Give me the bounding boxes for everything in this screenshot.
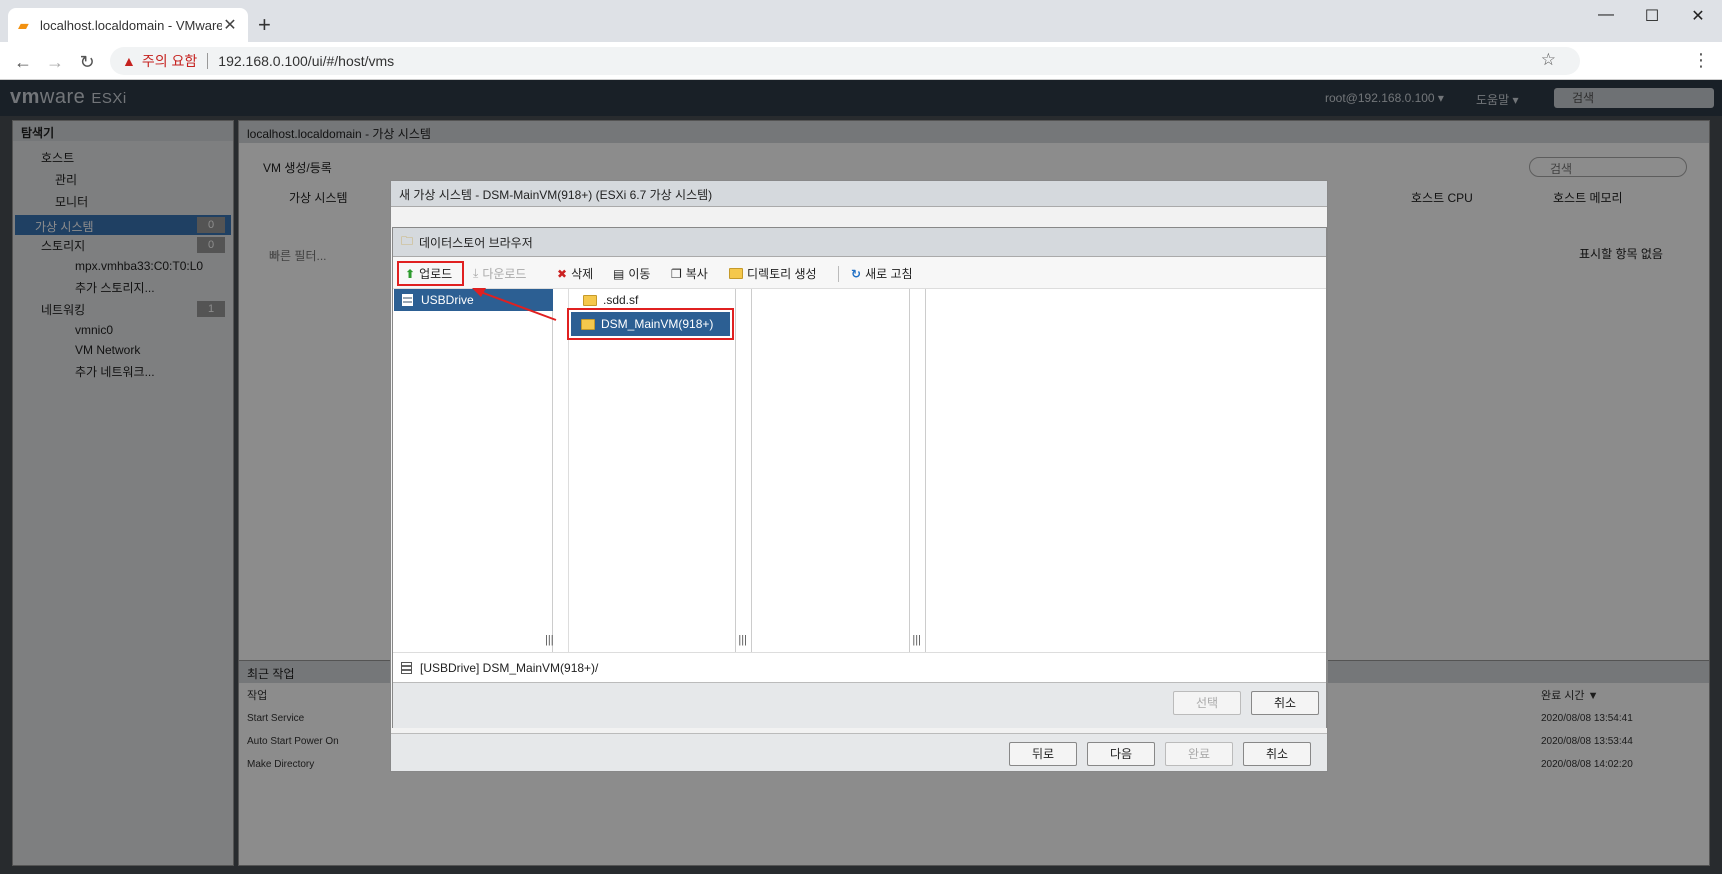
vmware-favicon-icon: ▰ — [18, 17, 29, 33]
datastore-column: USBDrive — [393, 289, 553, 652]
browser-menu-icon[interactable]: ⋮ — [1692, 50, 1710, 71]
folder-icon — [729, 268, 743, 279]
bookmark-star-icon[interactable]: ☆ — [1541, 50, 1556, 70]
datastore-browser-title: 데이터스토어 브라우저 — [419, 235, 533, 250]
datastore-browser-footer: 선택 취소 — [393, 682, 1326, 728]
reload-icon[interactable]: ↻ — [76, 51, 98, 73]
close-tab-icon[interactable]: ✕ — [222, 15, 238, 35]
close-window-icon[interactable]: ✕ — [1678, 6, 1718, 30]
omnibox-separator — [207, 53, 209, 69]
create-directory-button[interactable]: 디렉토리 생성 — [729, 265, 817, 282]
folder-item[interactable]: .sdd.sf — [583, 293, 638, 307]
wizard-back-button[interactable]: 뒤로 — [1009, 742, 1077, 766]
datastore-toolbar: ⬆ 업로드 ⤓ 다운로드 ✖ 삭제 ▤ 이동 ❐ 복사 디렉토리 생성 ↻ 새로 고침 — [393, 257, 1326, 289]
path-bar: [USBDrive] DSM_MainVM(918+)/ — [393, 652, 1326, 682]
datastore-icon — [402, 294, 413, 306]
refresh-icon: ↻ — [851, 266, 862, 281]
select-button[interactable]: 선택 — [1173, 691, 1241, 715]
wizard-next-button[interactable]: 다음 — [1087, 742, 1155, 766]
datastore-browser-icon: 🗀 — [401, 233, 414, 248]
folder-icon — [583, 294, 597, 306]
column-spacer: ||| — [545, 289, 569, 652]
move-icon: ▤ — [613, 266, 625, 281]
back-arrow-icon[interactable]: ← — [12, 51, 34, 73]
browser-columns: USBDrive ||| .sdd.sf ||| ||| DSM_MainVM(… — [393, 289, 1326, 652]
forward-arrow-icon[interactable]: → — [44, 51, 66, 73]
datastore-cancel-button[interactable]: 취소 — [1251, 691, 1319, 715]
warning-icon: ▲ — [122, 53, 136, 69]
current-path: [USBDrive] DSM_MainVM(918+)/ — [420, 660, 599, 675]
delete-button[interactable]: ✖ 삭제 — [557, 265, 593, 282]
column-spacer — [736, 289, 752, 652]
empty-column: ||| — [752, 289, 921, 652]
wizard-footer: 뒤로 다음 완료 취소 — [391, 733, 1327, 771]
datastore-icon — [401, 661, 412, 674]
refresh-button[interactable]: ↻ 새로 고침 — [851, 265, 913, 282]
omnibox[interactable]: ▲ 주의 요함 192.168.0.100/ui/#/host/vms ☆ — [110, 47, 1580, 75]
column-resize-handle[interactable]: ||| — [545, 634, 554, 646]
datastore-browser-header: 🗀 데이터스토어 브라우저 — [393, 228, 1326, 257]
security-warning-label[interactable]: 주의 요함 — [142, 51, 197, 71]
datastore-item[interactable]: USBDrive — [394, 289, 553, 311]
download-icon: ⤓ — [473, 266, 479, 280]
maximize-icon[interactable]: ☐ — [1632, 6, 1672, 30]
copy-icon: ❐ — [671, 266, 682, 281]
new-tab-button[interactable]: + — [258, 12, 271, 38]
browser-tab-bar: ▰ localhost.localdomain - VMware ✕ + — ☐… — [0, 0, 1722, 42]
move-button[interactable]: ▤ 이동 — [613, 265, 650, 282]
url-text[interactable]: 192.168.0.100/ui/#/host/vms — [218, 53, 394, 69]
wizard-title: 새 가상 시스템 - DSM-MainVM(918+) (ESXi 6.7 가상… — [391, 181, 1327, 207]
minimize-icon[interactable]: — — [1586, 6, 1626, 30]
delete-icon: ✖ — [557, 266, 568, 281]
tab-title: localhost.localdomain - VMware — [40, 17, 222, 33]
column-spacer — [910, 289, 926, 652]
wizard-finish-button[interactable]: 완료 — [1165, 742, 1233, 766]
address-bar-row: ← → ↻ ▲ 주의 요함 192.168.0.100/ui/#/host/vm… — [0, 42, 1722, 80]
download-button[interactable]: ⤓ 다운로드 — [473, 265, 526, 282]
wizard-cancel-button[interactable]: 취소 — [1243, 742, 1311, 766]
folder-highlight-box — [567, 308, 734, 340]
folder-column: .sdd.sf ||| — [569, 289, 747, 652]
upload-highlight-box — [397, 261, 464, 286]
toolbar-separator — [838, 266, 839, 282]
browser-tab[interactable]: ▰ localhost.localdomain - VMware ✕ — [8, 8, 248, 42]
datastore-browser-dialog: 🗀 데이터스토어 브라우저 ⬆ 업로드 ⤓ 다운로드 ✖ 삭제 ▤ 이동 ❐ 복사 디렉토… — [392, 227, 1327, 728]
copy-button[interactable]: ❐ 복사 — [671, 265, 708, 282]
